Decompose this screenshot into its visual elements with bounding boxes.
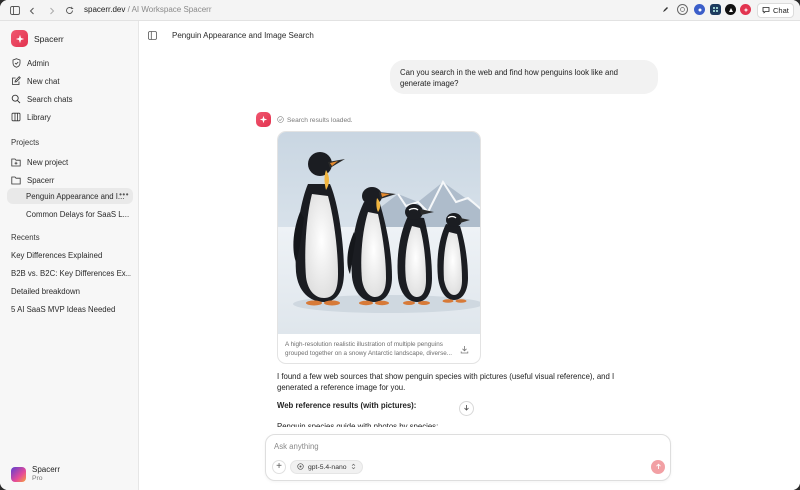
sidebar-item-label: New project: [27, 157, 69, 167]
message-input[interactable]: [274, 440, 654, 452]
image-caption: A high-resolution realistic illustration…: [285, 341, 452, 357]
recent-chat-item[interactable]: B2B vs. B2C: Key Differences Ex...: [11, 269, 131, 278]
sidebar-item-label: New chat: [27, 76, 60, 86]
sidebar-toggle-icon[interactable]: [8, 4, 21, 17]
check-circle-icon: [277, 116, 284, 125]
generated-penguin-image[interactable]: [278, 132, 481, 334]
panel-toggle-icon[interactable]: [148, 31, 157, 40]
chat-main: Penguin Appearance and Image Search Can …: [139, 21, 800, 490]
recent-chat-item[interactable]: Key Differences Explained: [11, 251, 131, 260]
add-attachment-button[interactable]: +: [272, 460, 286, 474]
sidebar: Spacerr Admin New chat Search chats Libr…: [0, 21, 139, 490]
project-chat-saas-delays[interactable]: Common Delays for SaaS L...: [7, 206, 133, 222]
globe-extension-icon[interactable]: [677, 4, 688, 15]
chat-bubble-icon: [762, 6, 770, 16]
shield-icon: [11, 58, 21, 68]
generated-image-card[interactable]: A high-resolution realistic illustration…: [277, 131, 481, 364]
status-text: Search results loaded.: [287, 117, 353, 124]
address-bar[interactable]: spacerr.dev / AI Workspace Spacerr: [84, 5, 211, 14]
sidebar-item-label: Library: [27, 112, 51, 122]
dark-extension-icon[interactable]: [725, 4, 736, 15]
chat-button[interactable]: Chat: [757, 3, 794, 18]
browser-toolbar: spacerr.dev / AI Workspace Spacerr Chat: [0, 0, 800, 21]
compose-icon: [11, 76, 21, 86]
project-chat-penguin[interactable]: Penguin Appearance and I... •••: [7, 188, 133, 204]
project-chat-label: Common Delays for SaaS L...: [26, 209, 130, 219]
back-icon[interactable]: [25, 4, 38, 17]
chevron-updown-icon: [351, 463, 356, 472]
sidebar-item-label: Admin: [27, 58, 50, 68]
sidebar-item-admin[interactable]: Admin: [11, 56, 49, 70]
blue-extension-icon[interactable]: [694, 4, 705, 15]
chat-button-label: Chat: [773, 6, 789, 15]
brand[interactable]: Spacerr: [11, 30, 64, 47]
search-icon: [11, 94, 21, 104]
search-status: Search results loaded.: [277, 116, 353, 125]
folder-plus-icon: [11, 157, 21, 167]
pen-extension-icon[interactable]: [660, 4, 671, 15]
download-icon[interactable]: [458, 343, 471, 356]
recent-chat-item[interactable]: Detailed breakdown: [11, 287, 131, 296]
user-profile[interactable]: Spacerr Pro: [11, 465, 60, 483]
app-window: spacerr.dev / AI Workspace Spacerr Chat: [0, 0, 800, 490]
forward-icon[interactable]: [45, 4, 58, 17]
scroll-to-bottom-button[interactable]: [459, 401, 474, 416]
assistant-reply-subline: Penguin species guide with photos by spe…: [277, 422, 439, 427]
assistant-reply-heading: Web reference results (with pictures):: [277, 401, 417, 410]
folder-icon: [11, 175, 21, 185]
avatar: [11, 466, 26, 482]
projects-heading: Projects: [11, 138, 40, 147]
library-icon: [11, 112, 21, 122]
recent-chat-item[interactable]: 5 AI SaaS MVP Ideas Needed: [11, 305, 131, 314]
url-domain: spacerr.dev: [84, 5, 126, 14]
sidebar-item-new-chat[interactable]: New chat: [11, 74, 60, 88]
arrow-up-icon: [655, 463, 662, 472]
user-message: Can you search in the web and find how p…: [390, 60, 658, 94]
page-title: Penguin Appearance and Image Search: [172, 31, 314, 40]
sidebar-item-new-project[interactable]: New project: [11, 155, 68, 169]
sidebar-item-search-chats[interactable]: Search chats: [11, 92, 73, 106]
grid-extension-icon[interactable]: [710, 4, 721, 15]
arrow-down-icon: [463, 404, 470, 413]
sidebar-item-label: Spacerr: [27, 175, 55, 185]
sidebar-item-label: Search chats: [27, 94, 73, 104]
send-button[interactable]: [651, 460, 665, 474]
spacerr-extension-icon[interactable]: [740, 4, 751, 15]
assistant-avatar-icon: [256, 112, 271, 127]
model-icon: [297, 462, 304, 472]
user-name: Spacerr: [32, 465, 61, 474]
sidebar-item-spacerr-project[interactable]: Spacerr: [11, 173, 54, 187]
plus-icon: +: [276, 461, 282, 472]
project-chat-label: Penguin Appearance and I...: [26, 191, 125, 201]
url-page-title: AI Workspace Spacerr: [131, 5, 212, 14]
model-name: gpt-5.4-nano: [308, 463, 347, 471]
message-composer: + gpt-5.4-nano: [265, 434, 671, 481]
model-selector[interactable]: gpt-5.4-nano: [290, 460, 363, 474]
user-plan: Pro: [32, 475, 43, 482]
assistant-reply-text: I found a few web sources that show peng…: [277, 372, 615, 392]
reload-icon[interactable]: [63, 4, 76, 17]
brand-name: Spacerr: [34, 33, 64, 44]
sidebar-item-library[interactable]: Library: [11, 110, 51, 124]
more-options-icon[interactable]: •••: [119, 190, 129, 199]
recents-heading: Recents: [11, 233, 40, 242]
spacerr-logo-icon: [11, 30, 28, 47]
